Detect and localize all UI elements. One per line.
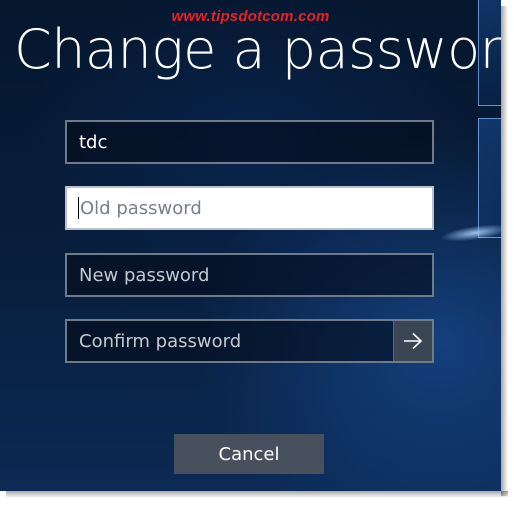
- cancel-button[interactable]: Cancel: [174, 434, 324, 474]
- old-password-placeholder: Old password: [80, 197, 202, 219]
- arrow-right-icon: [404, 332, 423, 350]
- submit-button[interactable]: [393, 321, 432, 361]
- page-title: Change a password: [14, 18, 501, 81]
- username-field[interactable]: tdc: [65, 120, 434, 164]
- new-password-field[interactable]: New password: [65, 253, 434, 297]
- confirm-password-placeholder: Confirm password: [79, 330, 242, 352]
- frame-shadow: [6, 491, 508, 498]
- frame-shadow: [501, 6, 508, 496]
- confirm-password-field[interactable]: Confirm password: [65, 319, 434, 363]
- light-beam: [439, 221, 501, 245]
- text-caret: [78, 197, 79, 219]
- windows-logo-pane: [478, 118, 501, 238]
- username-value: tdc: [79, 131, 108, 153]
- lock-screen-background: www.tipsdotcom.com Change a password tdc…: [0, 0, 501, 491]
- new-password-placeholder: New password: [79, 264, 210, 286]
- old-password-field[interactable]: Old password: [65, 186, 434, 230]
